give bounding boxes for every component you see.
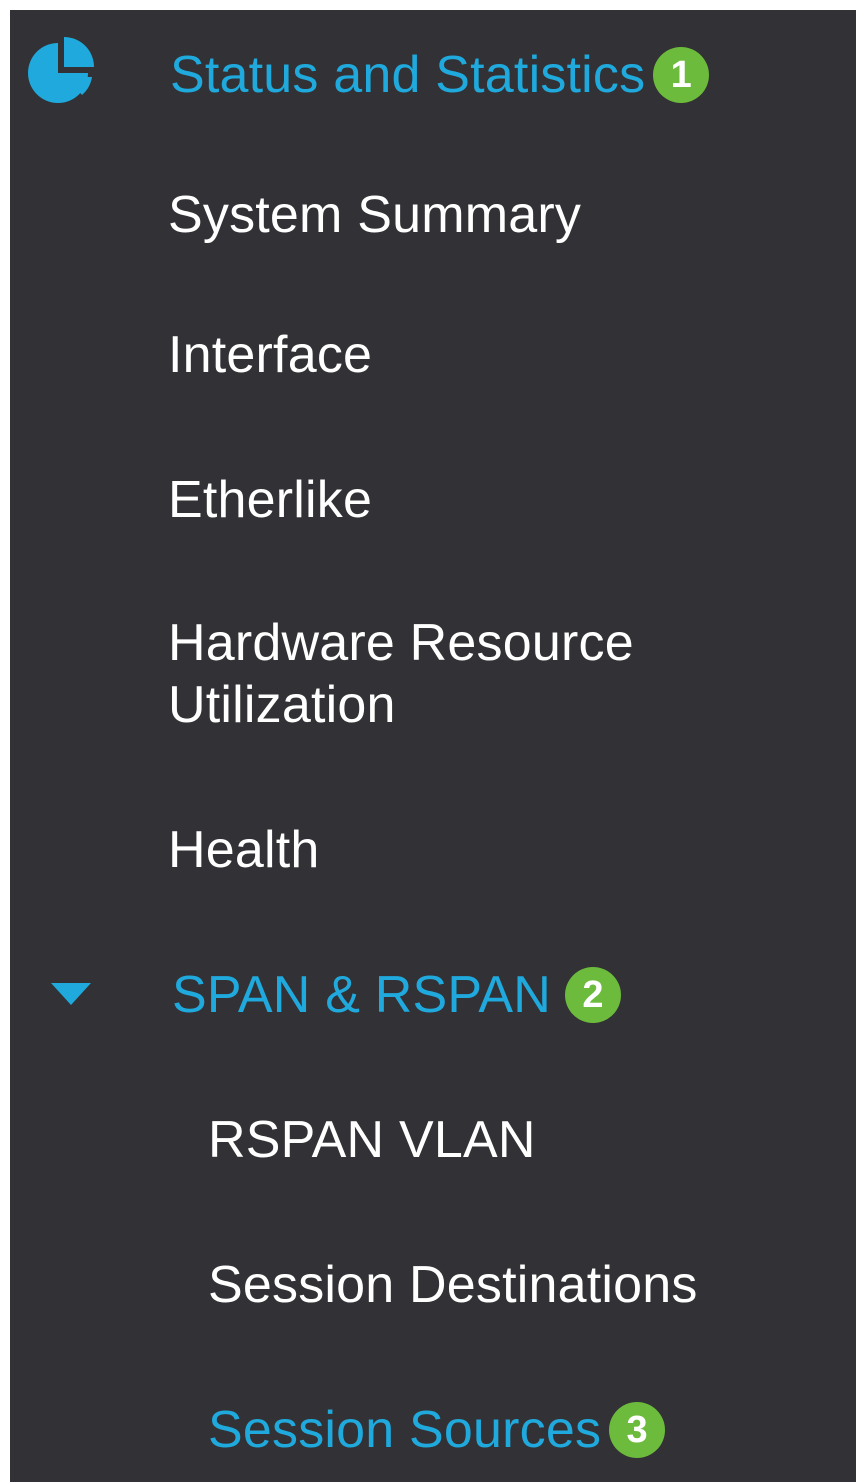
- step-badge: 3: [609, 1402, 666, 1458]
- step-badge: 1: [653, 47, 710, 103]
- caret-down-icon[interactable]: [48, 978, 94, 1008]
- menu-item-label: Etherlike: [168, 471, 373, 529]
- sidebar-menu: Status and Statistics 1 System Summary I…: [10, 10, 856, 1482]
- submenu-item-session-destinations[interactable]: Session Destinations: [208, 1250, 856, 1320]
- menu-item-health[interactable]: Health: [168, 815, 856, 885]
- submenu-item-label: Session Destinations: [208, 1256, 698, 1314]
- menu-item-etherlike[interactable]: Etherlike: [168, 465, 856, 535]
- menu-item-span-rspan[interactable]: SPAN & RSPAN 2: [172, 960, 856, 1030]
- pie-chart-icon: [28, 37, 94, 103]
- menu-item-label: Interface: [168, 326, 373, 384]
- menu-item-label: System Summary: [168, 186, 582, 244]
- step-badge: 2: [565, 967, 622, 1023]
- submenu-item-session-sources[interactable]: Session Sources 3: [208, 1395, 856, 1465]
- menu-item-status-and-statistics[interactable]: Status and Statistics 1: [170, 40, 850, 110]
- menu-item-label: Status and Statistics: [170, 46, 646, 104]
- menu-item-label-line2: Utilization: [168, 676, 396, 734]
- menu-item-label: Health: [168, 821, 320, 879]
- submenu-item-rspan-vlan[interactable]: RSPAN VLAN: [208, 1105, 856, 1175]
- submenu-item-label: RSPAN VLAN: [208, 1111, 536, 1169]
- menu-item-hardware-resource-utilization[interactable]: Hardware Resource Utilization: [168, 612, 856, 742]
- menu-item-interface[interactable]: Interface: [168, 320, 856, 390]
- menu-item-system-summary[interactable]: System Summary: [168, 180, 856, 250]
- menu-item-label: SPAN & RSPAN: [172, 966, 552, 1024]
- submenu-item-label: Session Sources: [208, 1401, 602, 1459]
- menu-item-label-line1: Hardware Resource: [168, 614, 634, 672]
